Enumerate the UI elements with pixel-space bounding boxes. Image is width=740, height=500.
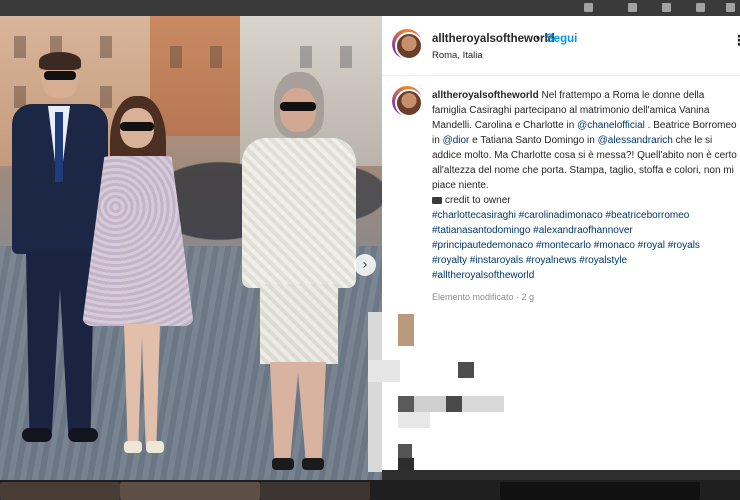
messenger-icon (696, 3, 705, 12)
caption-text: alltheroyalsoftheworld Nel frattempo a R… (432, 88, 737, 283)
post-side-panel: alltheroyalsoftheworld • Segui Roma, Ita… (368, 16, 740, 472)
post-header: alltheroyalsoftheworld • Segui Roma, Ita… (382, 16, 740, 76)
camera-emoji-icon (432, 196, 442, 204)
credit-text: credit to owner (445, 195, 511, 206)
mention-link[interactable]: @alessandrarich (598, 135, 673, 146)
hashtag-link[interactable]: #alltheroyalsoftheworld (432, 270, 534, 281)
post-photo[interactable]: › (0, 16, 382, 480)
chevron-right-icon: › (362, 257, 368, 273)
home-icon (662, 3, 671, 12)
post-location[interactable]: Roma, Italia (432, 50, 483, 61)
woman-tweed-suit (238, 72, 360, 472)
follow-button[interactable]: Segui (546, 33, 577, 45)
heart-icon (584, 3, 593, 12)
hashtag-link[interactable]: #principautedemonaco #montecarlo #monaco… (432, 240, 700, 251)
post-timestamp: Elemento modificato · 2 g (432, 292, 535, 302)
young-woman-lilac-dress (78, 96, 198, 466)
carousel-next-button[interactable]: › (354, 254, 376, 276)
background-feed-strip (0, 480, 740, 500)
caption-username[interactable]: alltheroyalsoftheworld (432, 90, 539, 101)
avatar[interactable] (392, 86, 423, 117)
separator-dot: • (536, 33, 541, 45)
hashtag-link[interactable]: #royalty #instaroyals #royalnews #royals… (432, 255, 627, 266)
caption-body: e Tatiana Santo Domingo in (469, 135, 598, 146)
profile-icon (726, 3, 735, 12)
avatar[interactable] (392, 29, 423, 60)
more-dots-icon[interactable]: ⋮ (732, 32, 740, 49)
mention-link[interactable]: @dior (443, 135, 470, 146)
background-feed-strip (0, 0, 740, 16)
hashtag-link[interactable]: #tatianasantodomingo #alexandraofhannove… (432, 225, 633, 236)
hashtag-link[interactable]: #charlottecasiraghi #carolinadimonaco #b… (432, 210, 689, 221)
compass-icon (628, 3, 637, 12)
mention-link[interactable]: @chanelofficial (577, 120, 645, 131)
